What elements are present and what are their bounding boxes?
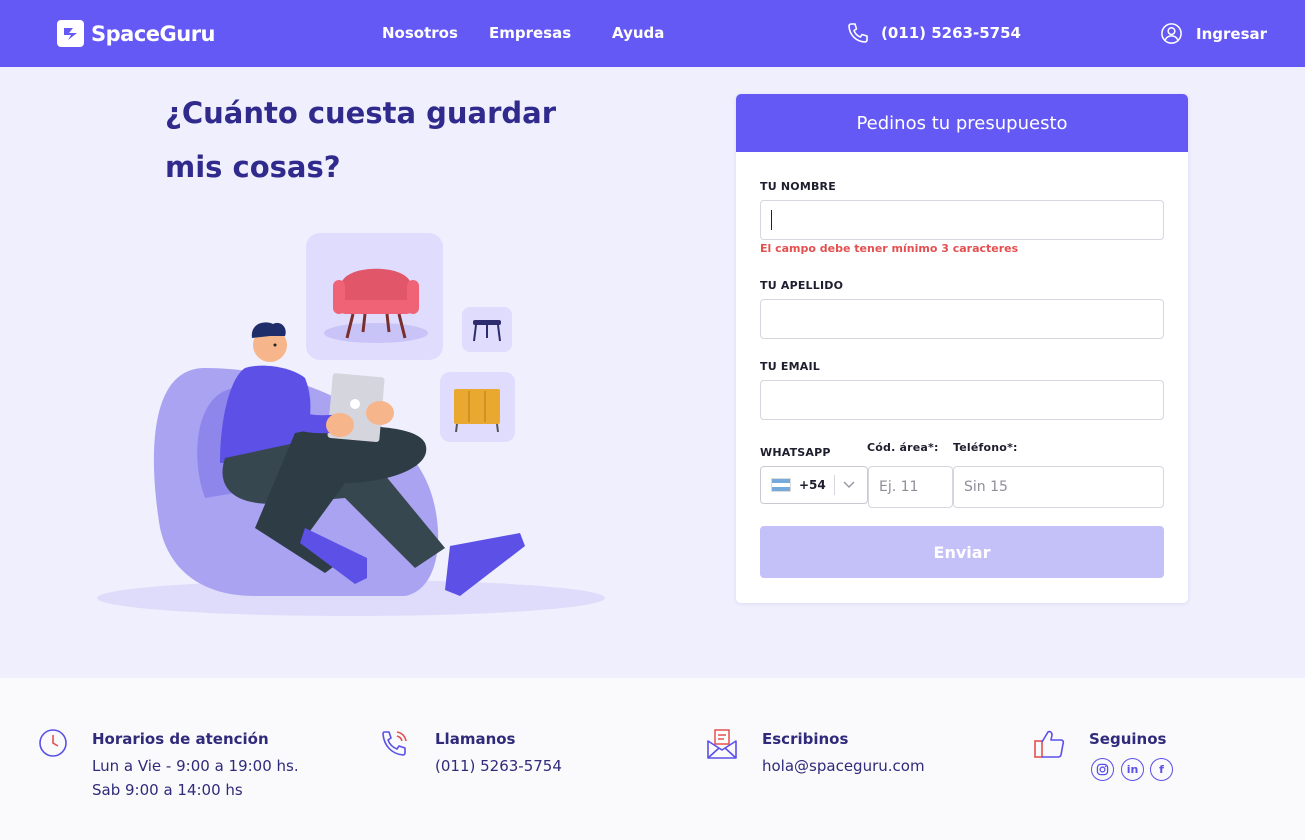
hours-weekdays: Lun a Vie - 9:00 a 19:00 hs. [92,757,299,775]
phone-call-icon [382,731,407,756]
instagram-icon[interactable] [1091,758,1114,781]
header-phone-number: (011) 5263-5754 [881,24,1021,42]
brand-name: SpaceGuru [91,21,216,46]
quote-form: Pedinos tu presupuesto TU NOMBRE El camp… [736,94,1188,603]
lastname-input[interactable] [760,299,1164,339]
nav-nosotros[interactable]: Nosotros [382,24,458,42]
call-phone[interactable]: (011) 5263-5754 [435,754,562,778]
nav-empresas[interactable]: Empresas [489,24,571,42]
linkedin-icon[interactable]: in [1121,758,1144,781]
thumbs-up-icon [1034,730,1065,758]
user-icon [1161,23,1182,44]
argentina-flag-icon [771,478,791,492]
email-input[interactable] [760,380,1164,420]
email-label: TU EMAIL [760,360,820,373]
storage-illustration [97,233,605,616]
clock-icon [39,729,67,757]
brand-logo[interactable]: SpaceGuru [57,20,216,47]
page-title: ¿Cuánto cuesta guardar mis cosas? [165,96,557,184]
name-input[interactable] [760,200,1164,240]
site-header: SpaceGuru Nosotros Empresas Ayuda (011) … [0,0,1305,67]
form-title: Pedinos tu presupuesto [736,94,1188,152]
phone-label: Teléfono*: [953,441,1018,454]
country-code-select[interactable]: +54 [760,466,868,504]
login-link[interactable]: Ingresar [1160,22,1267,45]
write-email[interactable]: hola@spaceguru.com [762,754,925,778]
area-code-label: Cód. área*: [867,441,939,454]
name-label: TU NOMBRE [760,180,836,193]
whatsapp-label: WHATSAPP [760,446,831,459]
write-title: Escribinos [762,730,849,748]
header-phone[interactable]: (011) 5263-5754 [846,21,1021,45]
phone-input[interactable] [953,466,1164,508]
area-code-input[interactable] [868,466,953,508]
hours-title: Horarios de atención [92,730,269,748]
phone-icon [848,23,868,43]
logo-icon [57,20,84,47]
submit-button[interactable]: Enviar [760,526,1164,578]
lastname-label: TU APELLIDO [760,279,844,292]
site-footer: Horarios de atención Lun a Vie - 9:00 a … [0,678,1305,840]
call-title: Llamanos [435,730,516,748]
chevron-down-icon [843,481,855,489]
country-code-value: +54 [799,478,826,492]
follow-title: Seguinos [1089,730,1167,748]
email-icon [707,729,737,759]
hours-saturday: Sab 9:00 a 14:00 hs [92,781,243,799]
text-cursor [771,210,772,230]
name-error: El campo debe tener mínimo 3 caracteres [760,242,1019,255]
login-label: Ingresar [1196,24,1268,43]
facebook-icon[interactable]: f [1150,758,1173,781]
nav-ayuda[interactable]: Ayuda [612,24,664,42]
